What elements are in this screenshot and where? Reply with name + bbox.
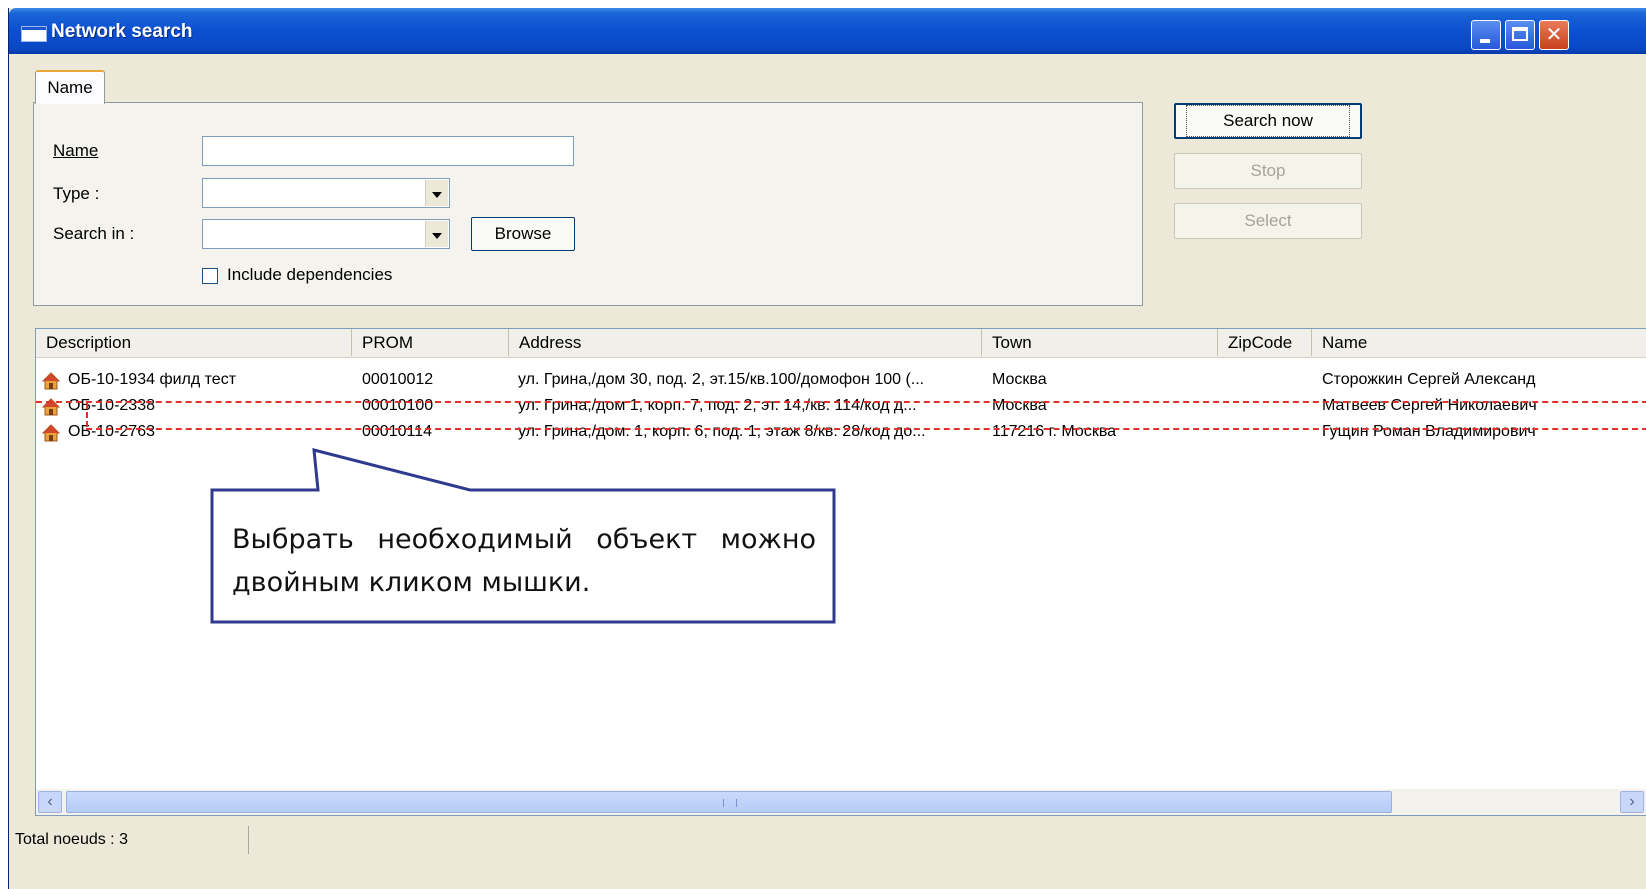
table-row[interactable]: ОБ-10-2338 00010100 ул. Грина,/дом 1, ко… xyxy=(36,393,1646,419)
chevron-down-icon xyxy=(432,192,442,198)
cell-town: Москва xyxy=(992,397,1047,414)
cell-name: Матвеев Сергей Николаевич xyxy=(1322,397,1537,414)
search-in-select[interactable] xyxy=(202,219,450,249)
minimize-icon xyxy=(1480,39,1490,43)
stop-button[interactable]: Stop xyxy=(1174,153,1362,189)
close-button[interactable]: ✕ xyxy=(1539,20,1569,50)
house-icon xyxy=(42,372,60,390)
maximize-icon xyxy=(1512,27,1528,41)
network-search-window: Network search ✕ Name Name Type : Search… xyxy=(8,8,1646,889)
scroll-right-icon[interactable]: › xyxy=(1620,791,1644,813)
close-icon: ✕ xyxy=(1545,24,1563,46)
cell-town: 117216 г. Москва xyxy=(992,423,1117,440)
cell-description: ОБ-10-1934 филд тест xyxy=(68,371,237,388)
search-in-dropdown-button[interactable] xyxy=(425,221,448,247)
tab-name[interactable]: Name xyxy=(35,70,105,104)
browse-button-label: Browse xyxy=(494,224,552,243)
cell-description: ОБ-10-2763 xyxy=(68,423,155,440)
selection-dash-line xyxy=(36,401,1646,403)
selection-dash-left xyxy=(86,403,88,427)
select-button[interactable]: Select xyxy=(1174,203,1362,239)
horizontal-scrollbar[interactable]: ‹ › xyxy=(36,789,1646,815)
name-input[interactable] xyxy=(202,136,574,166)
callout-text: Выбрать необходимый объект можно двойным… xyxy=(232,524,816,598)
cell-description: ОБ-10-2338 xyxy=(68,397,155,414)
column-header-prom[interactable]: PROM xyxy=(352,329,509,356)
scroll-grip-icon xyxy=(723,799,737,807)
cell-address: ул. Грина,/дом. 1, корп. 6, под. 1, этаж… xyxy=(518,423,926,440)
include-dependencies-checkbox[interactable] xyxy=(202,268,218,284)
cell-zipcode xyxy=(1228,419,1312,445)
status-bar: Total noeuds : 3 xyxy=(9,826,1646,889)
stop-label: Stop xyxy=(1250,161,1286,180)
selection-dash-line xyxy=(86,428,1646,430)
maximize-button[interactable] xyxy=(1505,20,1535,50)
cell-prom: 00010114 xyxy=(362,423,432,440)
cell-zipcode xyxy=(1228,367,1312,393)
cell-prom: 00010012 xyxy=(362,371,434,388)
browse-button[interactable]: Browse xyxy=(471,217,575,251)
title-bar[interactable]: Network search ✕ xyxy=(9,8,1646,54)
window-app-icon xyxy=(21,26,47,42)
cell-address: ул. Грина,/дом 1, корп. 7, под. 2, эт. 1… xyxy=(518,397,917,414)
results-header: Description PROM Address Town ZipCode Na… xyxy=(36,329,1646,358)
type-label: Type : xyxy=(53,184,100,203)
total-count: Total noeuds : 3 xyxy=(9,826,249,854)
cell-name: Сторожкин Сергей Александ xyxy=(1322,371,1536,388)
house-icon xyxy=(42,424,60,442)
column-header-town[interactable]: Town xyxy=(982,329,1218,356)
column-header-address[interactable]: Address xyxy=(509,329,982,356)
cell-name: Гущин Роман Владимирович xyxy=(1322,423,1536,440)
table-row[interactable]: ОБ-10-1934 филд тест 00010012 ул. Грина,… xyxy=(36,367,1646,393)
search-now-button[interactable]: Search now xyxy=(1174,103,1362,139)
name-label-text: Name xyxy=(53,141,99,160)
cell-prom: 00010100 xyxy=(362,397,434,414)
scrollbar-thumb[interactable] xyxy=(66,791,1392,813)
column-header-description[interactable]: Description xyxy=(36,329,352,356)
cell-zipcode xyxy=(1228,393,1312,419)
search-now-label: Search now xyxy=(1186,105,1350,137)
include-dependencies-label: Include dependencies xyxy=(227,265,393,284)
name-label: Name xyxy=(53,141,98,161)
search-criteria-panel: Name Type : Search in : Browse Include d… xyxy=(33,102,1143,306)
select-label: Select xyxy=(1244,211,1292,230)
scroll-left-icon[interactable]: ‹ xyxy=(38,791,62,813)
window-title: Network search xyxy=(51,21,193,42)
minimize-button[interactable] xyxy=(1471,20,1501,50)
type-select[interactable] xyxy=(202,178,450,208)
chevron-down-icon xyxy=(432,233,442,239)
column-header-name[interactable]: Name xyxy=(1312,329,1646,356)
column-header-zipcode[interactable]: ZipCode xyxy=(1218,329,1312,356)
table-row[interactable]: ОБ-10-2763 00010114 ул. Грина,/дом. 1, к… xyxy=(36,419,1646,445)
cell-town: Москва xyxy=(992,371,1047,388)
cell-address: ул. Грина,/дом 30, под. 2, эт.15/кв.100/… xyxy=(518,371,925,388)
search-in-label: Search in : xyxy=(53,224,135,243)
type-dropdown-button[interactable] xyxy=(425,180,448,206)
